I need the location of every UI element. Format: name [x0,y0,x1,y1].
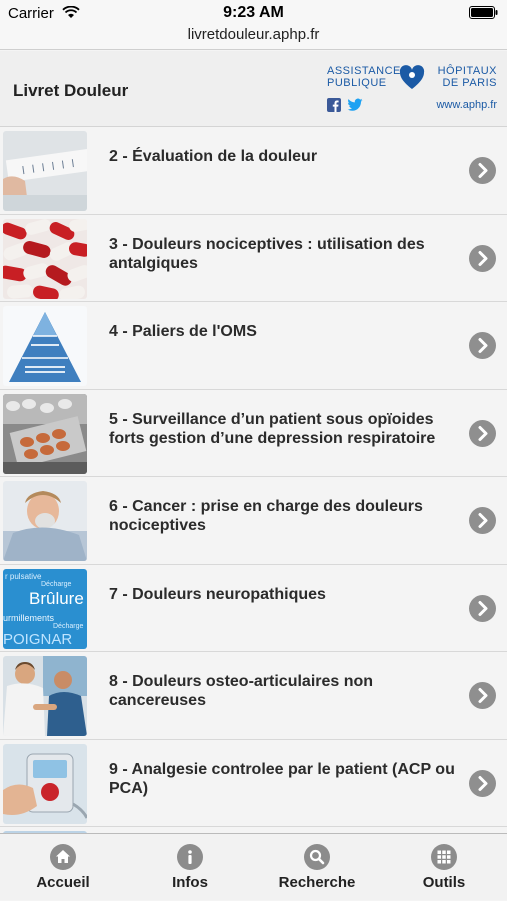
item-label: 2 - Évaluation de la douleur [109,148,318,165]
tab-accueil[interactable]: Accueil [0,834,126,901]
page-title: Livret Douleur [13,81,129,100]
home-icon [50,844,76,870]
item-label: 8 - Douleurs osteo-articulaires non canc… [109,673,374,709]
thumb-pyramid [3,306,87,386]
logo-text-left: ASSISTANCE PUBLIQUE [327,65,401,89]
thumb-doctor-patient [3,656,87,736]
thumb-capsules [3,218,87,299]
chevron-right-icon[interactable] [469,157,496,184]
chevron-right-icon[interactable] [469,769,496,797]
thumb-pca-pump [3,743,87,824]
status-bar: Carrier 9:23 AM [0,0,507,26]
word-cloud-line2: Brûlure [29,588,84,608]
chevron-right-icon[interactable] [469,244,496,272]
logo-left-line1: ASSISTANCE [327,65,401,77]
thumb-word-cloud: r pulsative Décharge Brûlure urmillement… [3,568,87,649]
list-item[interactable]: 2 - Évaluation de la douleur [0,127,507,215]
grid-icon [431,844,457,870]
chapter-list: 2 - Évaluation de la douleur 3 - Douleur… [0,127,507,833]
logo-left-line2: PUBLIQUE [327,77,387,89]
tab-bar: Accueil Infos Recherche Outils [0,833,507,900]
logo-text-right: HÔPITAUX DE PARIS [438,65,497,89]
logo-right-line2: DE PARIS [442,77,497,89]
list-item[interactable]: r pulsative Décharge Brûlure urmillement… [0,564,507,652]
item-label: 3 - Douleurs nociceptives : utilisation … [109,235,425,272]
thumb-pills-blister [3,393,87,474]
chevron-right-icon[interactable] [469,507,496,534]
list-item[interactable]: 4 - Paliers de l'OMS [0,302,507,390]
word-cloud-line1b: Décharge [41,580,72,588]
url-text: livretdouleur.aphp.fr [187,26,320,43]
search-icon [304,844,330,870]
chevron-right-icon[interactable] [469,682,496,709]
word-cloud-line4: POIGNAR [3,630,73,648]
heart-logo-icon [399,65,425,89]
logo-url[interactable]: www.aphp.fr [436,99,497,111]
item-label: 4 - Paliers de l'OMS [109,323,257,340]
item-label: 6 - Cancer : prise en charge des douleur… [109,498,423,534]
app-header: Livret Douleur ASSISTANCE PUBLIQUE HÔPIT… [0,51,507,127]
aphp-logo[interactable]: ASSISTANCE PUBLIQUE HÔPITAUX DE PARIS ww… [327,65,497,117]
battery-icon [469,6,498,19]
tab-label: Accueil [36,874,90,891]
tab-label: Recherche [278,874,356,891]
word-cloud-line1: r pulsative [5,571,42,581]
twitter-icon[interactable] [347,98,363,112]
item-label: 7 - Douleurs neuropathiques [109,585,326,603]
list-item[interactable]: 9 - Analgesie controlee par le patient (… [0,739,507,827]
tab-label: Infos [172,874,208,891]
logo-right-line1: HÔPITAUX [437,65,497,77]
word-cloud-line3: urmillements [3,612,55,623]
chevron-right-icon[interactable] [469,332,496,359]
item-label: 9 - Analgesie controlee par le patient (… [109,760,455,797]
word-cloud-line3b: Décharge [53,622,84,630]
tab-outils[interactable]: Outils [381,834,507,901]
thumb-pain-scale [3,131,87,211]
address-bar[interactable]: livretdouleur.aphp.fr [0,26,507,50]
info-icon [177,844,203,870]
chevron-right-icon[interactable] [469,594,496,622]
list-item[interactable]: 6 - Cancer : prise en charge des douleur… [0,477,507,565]
tab-label: Outils [422,874,466,891]
tab-infos[interactable]: Infos [127,834,253,901]
item-label: 5 - Surveillance d’un patient sous opïoi… [109,410,436,447]
clock: 9:23 AM [223,4,284,21]
list-item[interactable]: 5 - Surveillance d’un patient sous opïoi… [0,389,507,477]
list-item[interactable]: 8 - Douleurs osteo-articulaires non canc… [0,652,507,740]
list-item[interactable]: 3 - Douleurs nociceptives : utilisation … [0,214,507,302]
tab-recherche[interactable]: Recherche [254,834,380,901]
thumb-patient-oxygen [3,481,87,561]
chevron-right-icon[interactable] [469,419,496,447]
facebook-icon[interactable] [327,98,341,112]
